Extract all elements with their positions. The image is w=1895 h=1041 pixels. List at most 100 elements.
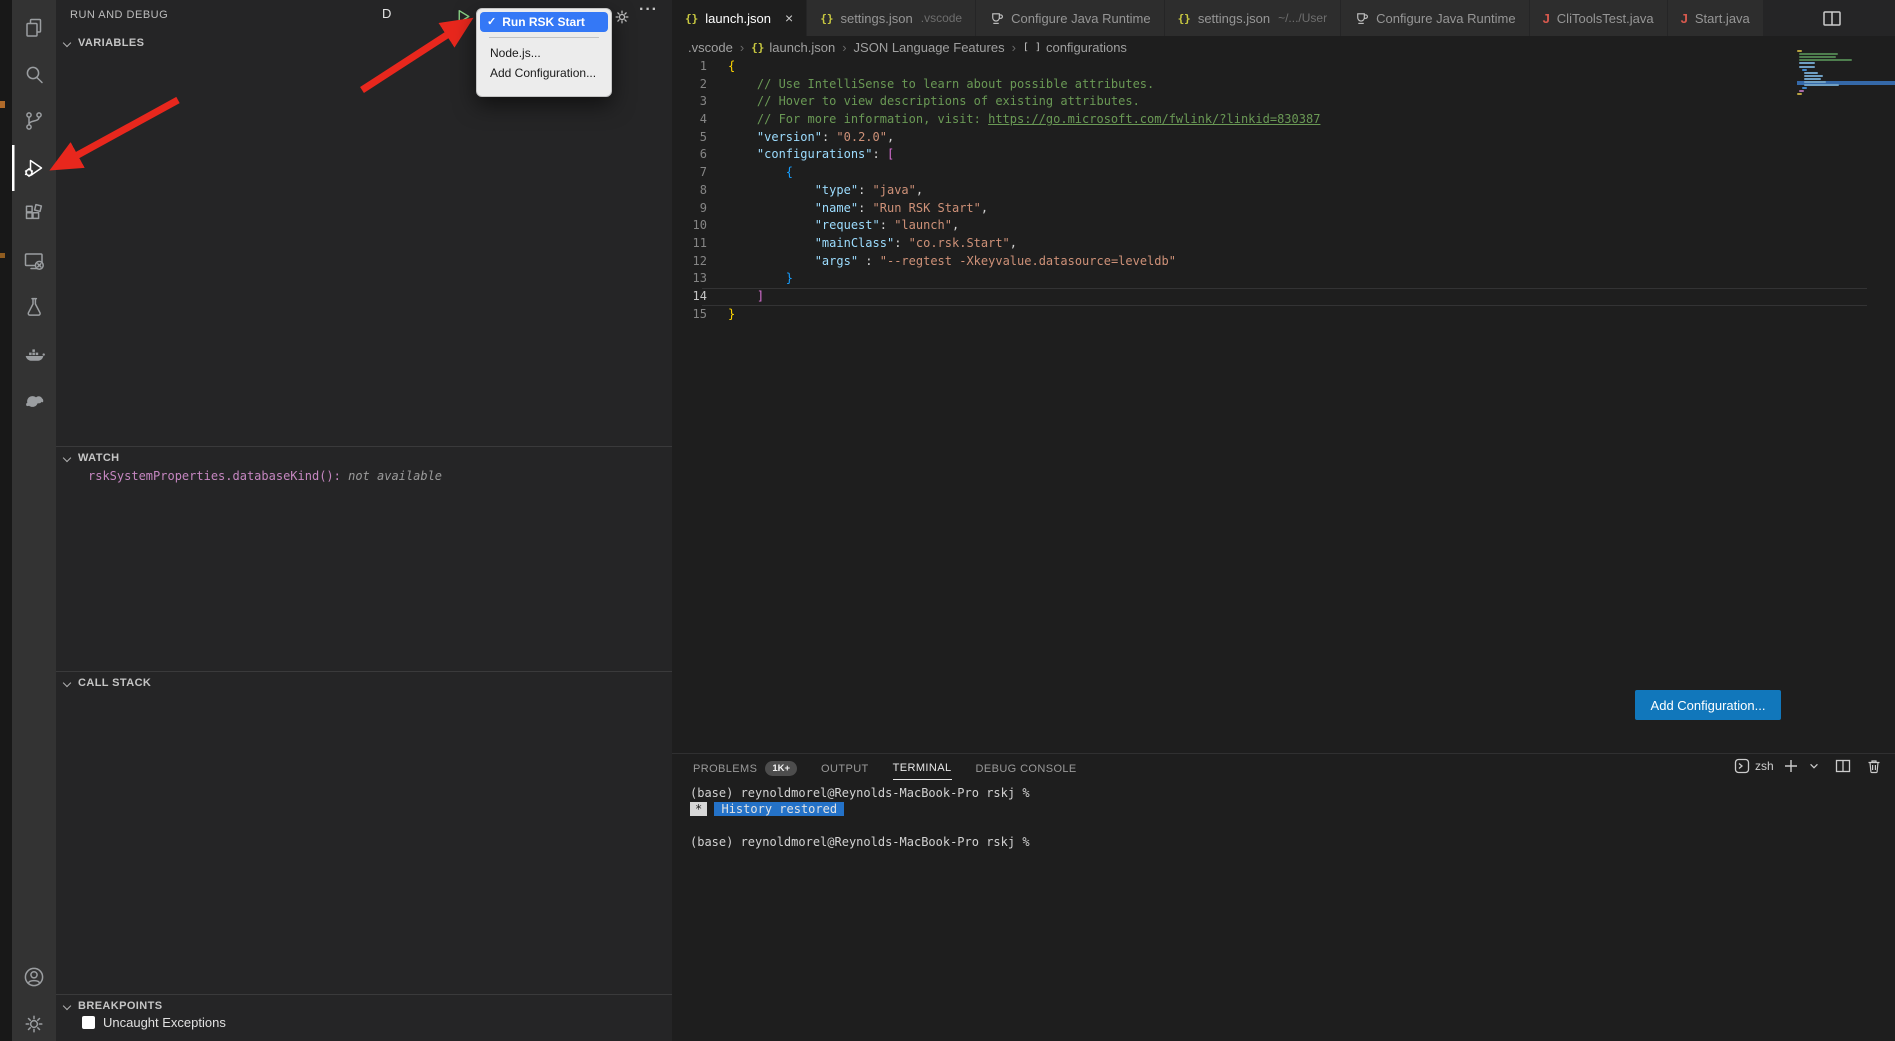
activity-item-accounts[interactable] [12,954,56,1001]
minimap-line [1804,81,1825,83]
tab-clitoolstest-java[interactable]: JCliToolsTest.java [1530,0,1668,36]
code-line[interactable]: 10 "request": "launch", [672,217,1895,235]
minimap[interactable] [1797,44,1895,116]
panel-tab-output[interactable]: OUTPUT [821,757,869,780]
uncaught-exceptions-checkbox[interactable] [82,1016,95,1029]
code-line[interactable]: 15} [672,306,1895,324]
panel-tab-problems[interactable]: PROBLEMS1K+ [693,757,797,780]
section-label: BREAKPOINTS [78,1000,162,1012]
menu-item-label: Run RSK Start [502,14,585,30]
activity-item-search[interactable] [12,52,56,99]
line-number: 14 [672,288,707,306]
tab-suffix: ~/.../User [1278,11,1327,25]
tab-settings-json[interactable]: {}settings.json.vscode [807,0,976,36]
breadcrumb-separator: › [740,40,744,55]
code-line[interactable]: 12 "args" : "--regtest -Xkeyvalue.dataso… [672,253,1895,271]
code-token: : [880,218,894,232]
tab-settings-json[interactable]: {}settings.json~/.../User [1165,0,1342,36]
background-edge [0,0,12,1041]
code-line[interactable]: 14 ] [672,288,1895,306]
menu-item-node-js[interactable]: Node.js... [477,43,611,63]
activity-item-source-control[interactable] [12,98,56,145]
code-token: : [858,183,872,197]
breadcrumb-item-launch-json[interactable]: {}launch.json [751,40,835,55]
code-line[interactable]: 11 "mainClass": "co.rsk.Start", [672,235,1895,253]
code-line[interactable]: 6 "configurations": [ [672,146,1895,164]
watch-expression-row[interactable]: rskSystemProperties.databaseKind(): not … [88,469,442,483]
tab-start-java[interactable]: JStart.java [1668,0,1764,36]
chevron-down-icon [63,679,71,687]
menu-item-run-rsk-start[interactable]: ✓Run RSK Start [480,12,608,32]
code-line[interactable]: 13 } [672,270,1895,288]
close-icon[interactable]: × [785,11,793,25]
section-breakpoints[interactable]: BREAKPOINTS [56,994,672,1016]
split-editor-icon[interactable] [1822,9,1842,33]
minimap-line [1799,53,1837,55]
activity-item-explorer[interactable] [12,5,56,52]
beaker-icon [22,295,46,319]
code-line[interactable]: 2 // Use IntelliSense to learn about pos… [672,76,1895,94]
launch-profile-chevron-icon[interactable] [1808,760,1820,772]
line-number: 7 [672,164,707,182]
code-line[interactable]: 1{ [672,58,1895,76]
editor-tab-bar: {}launch.json×{}settings.json.vscodeConf… [672,0,1895,36]
minimap-line [1799,90,1804,92]
tab-launch-json[interactable]: {}launch.json× [672,0,807,36]
panel-tab-debug-console[interactable]: DEBUG CONSOLE [976,757,1077,780]
panel-tab-terminal[interactable]: TERMINAL [893,757,952,780]
minimap-line [1804,84,1839,86]
code-line[interactable]: 9 "name": "Run RSK Start", [672,200,1895,218]
code-token: , [981,201,988,215]
java-file-icon: J [1543,11,1550,26]
terminal-icon [1734,758,1750,774]
minimap-line [1804,75,1823,77]
section-watch[interactable]: WATCH [56,446,672,468]
code-token: "Run RSK Start" [873,201,981,215]
terminal-output[interactable]: (base) reynoldmorel@Reynolds-MacBook-Pro… [690,785,1030,851]
breadcrumb-item-configurations[interactable]: [ ]configurations [1023,40,1127,55]
code-text: "type": "java", [728,182,923,200]
code-token: "mainClass" [815,236,894,250]
panel-tab-bar: PROBLEMS1K+ OUTPUT TERMINAL DEBUG CONSOLE [693,757,1077,780]
code-line[interactable]: 3 // Hover to view descriptions of exist… [672,93,1895,111]
code-editor[interactable]: 1{2 // Use IntelliSense to learn about p… [672,58,1895,323]
activity-item-manage[interactable] [12,1001,56,1041]
panel-tab-label: PROBLEMS [693,763,757,775]
code-line[interactable]: 8 "type": "java", [672,182,1895,200]
code-line[interactable]: 7 { [672,164,1895,182]
activity-item-extensions[interactable] [12,191,56,238]
minimap-line [1799,66,1815,68]
activity-item-testing[interactable] [12,284,56,331]
line-number: 6 [672,146,707,164]
activity-item-docker[interactable] [12,331,56,378]
tab-label: launch.json [705,11,771,26]
kill-terminal-trash-icon[interactable] [1866,758,1882,774]
section-label: VARIABLES [78,37,144,49]
activity-item-remote-explorer[interactable] [12,238,56,285]
new-terminal-icon[interactable] [1783,758,1799,774]
split-terminal-icon[interactable] [1835,758,1851,774]
sidebar-run-and-debug: RUN AND DEBUG D ··· VARIABLES WATCH rskS… [56,0,672,1041]
menu-item-add-configuration[interactable]: Add Configuration... [477,63,611,83]
more-actions-icon[interactable]: ··· [639,1,658,19]
code-text: { [728,58,735,76]
chevron-down-icon [63,1002,71,1010]
add-configuration-button[interactable]: Add Configuration... [1635,690,1781,720]
breadcrumb-item-json-language-features[interactable]: JSON Language Features [854,40,1005,55]
tab-configure-java-runtime[interactable]: Configure Java Runtime [976,0,1164,36]
activity-item-run-and-debug[interactable] [12,145,56,192]
breakpoint-label: Uncaught Exceptions [103,1015,226,1030]
gear-icon[interactable] [613,8,631,31]
code-token: "name" [815,201,858,215]
history-restored-badge: History restored [714,802,844,816]
code-line[interactable]: 5 "version": "0.2.0", [672,129,1895,147]
watch-value: not available [348,469,442,483]
code-line[interactable]: 4 // For more information, visit: https:… [672,111,1895,129]
activity-item-gradle[interactable] [12,377,56,424]
debug-start-icon[interactable] [455,8,472,30]
tab-configure-java-runtime[interactable]: Configure Java Runtime [1341,0,1529,36]
code-token [728,201,815,215]
breadcrumb-item-vscode[interactable]: .vscode [688,40,733,55]
java-file-icon: J [1681,11,1688,26]
section-call-stack[interactable]: CALL STACK [56,671,672,693]
